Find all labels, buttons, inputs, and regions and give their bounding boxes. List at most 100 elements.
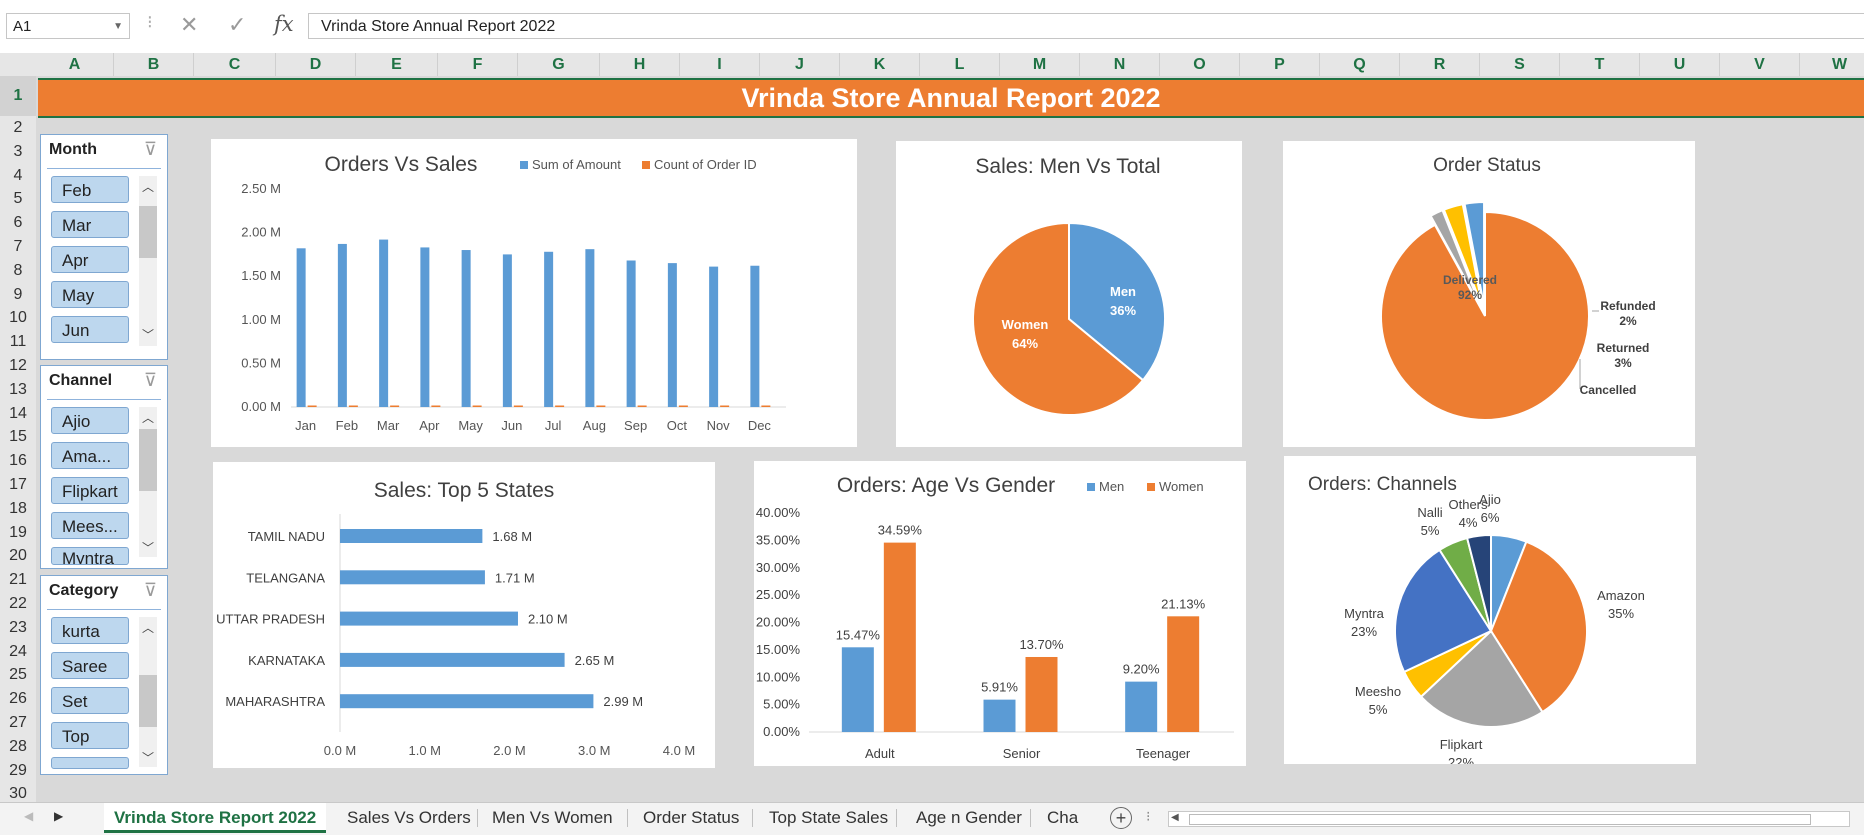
clear-filter-icon[interactable]: ⊽ xyxy=(144,139,157,160)
column-header[interactable]: P xyxy=(1240,53,1320,76)
tab-order-status[interactable]: Order Status xyxy=(643,803,739,833)
more-options-icon[interactable]: ⁝ xyxy=(147,12,153,33)
slicer-item[interactable]: May xyxy=(51,281,129,308)
slicer-item[interactable]: Feb xyxy=(51,176,129,203)
column-header[interactable]: K xyxy=(840,53,920,76)
row-header[interactable]: 21 xyxy=(0,568,36,592)
row-header[interactable]: 16 xyxy=(0,449,36,473)
name-box[interactable]: A1 ▼ xyxy=(6,13,130,39)
more-options-icon[interactable]: ⁝ xyxy=(1146,808,1150,825)
column-header[interactable]: F xyxy=(438,53,518,76)
slicer-item[interactable]: Myntra xyxy=(51,547,129,565)
tab-men-vs-women[interactable]: Men Vs Women xyxy=(492,803,613,833)
category-slicer[interactable]: Category ⊽ kurta Saree Set Top ︿ ﹀ xyxy=(40,575,168,775)
scroll-left-icon[interactable]: ◀ xyxy=(1171,812,1179,823)
scroll-tabs-left-icon[interactable]: ◀ xyxy=(24,809,33,823)
add-sheet-icon[interactable]: + xyxy=(1110,807,1132,829)
column-header[interactable]: N xyxy=(1080,53,1160,76)
row-header[interactable]: 20 xyxy=(0,544,36,568)
tab-sales-vs-orders[interactable]: Sales Vs Orders xyxy=(347,803,471,833)
row-header[interactable]: 13 xyxy=(0,378,36,402)
row-header[interactable]: 15 xyxy=(0,425,36,449)
column-header[interactable]: U xyxy=(1640,53,1720,76)
slicer-item[interactable]: Flipkart xyxy=(51,477,129,504)
slicer-item[interactable]: Jun xyxy=(51,316,129,343)
column-header[interactable]: R xyxy=(1400,53,1480,76)
row-header[interactable]: 2 xyxy=(0,116,36,140)
scrollbar-thumb[interactable] xyxy=(139,429,157,491)
column-header[interactable]: V xyxy=(1720,53,1800,76)
row-header[interactable]: 14 xyxy=(0,402,36,426)
row-header[interactable]: 28 xyxy=(0,735,36,759)
row-header[interactable]: 12 xyxy=(0,354,36,378)
scrollbar-thumb[interactable] xyxy=(1189,814,1811,825)
column-header[interactable]: O xyxy=(1160,53,1240,76)
row-header[interactable]: 27 xyxy=(0,711,36,735)
scroll-down-icon[interactable]: ﹀ xyxy=(139,749,157,766)
tab-channels[interactable]: Cha xyxy=(1047,803,1078,833)
slicer-item[interactable]: Top xyxy=(51,722,129,749)
slicer-scrollbar[interactable]: ︿ ﹀ xyxy=(139,176,157,346)
row-header[interactable]: 9 xyxy=(0,283,36,307)
column-header[interactable]: S xyxy=(1480,53,1560,76)
column-header[interactable]: A xyxy=(36,53,114,76)
scroll-down-icon[interactable]: ﹀ xyxy=(139,326,157,343)
column-header[interactable]: Q xyxy=(1320,53,1400,76)
slicer-scrollbar[interactable]: ︿ ﹀ xyxy=(139,617,157,767)
scroll-down-icon[interactable]: ﹀ xyxy=(139,539,157,556)
formula-input[interactable]: Vrinda Store Annual Report 2022 xyxy=(308,13,1864,39)
channel-slicer[interactable]: Channel ⊽ Ajio Ama... Flipkart Mees... M… xyxy=(40,365,168,569)
column-header[interactable]: C xyxy=(194,53,276,76)
column-header[interactable]: L xyxy=(920,53,1000,76)
chevron-down-icon[interactable]: ▼ xyxy=(113,14,123,40)
top-states-chart[interactable]: Sales: Top 5 States TAMIL NADU 1.68 M TELAN… xyxy=(213,462,715,768)
slicer-item[interactable]: kurta xyxy=(51,617,129,644)
scroll-up-icon[interactable]: ︿ xyxy=(139,619,157,636)
row-header[interactable]: 3 xyxy=(0,140,36,164)
slicer-item[interactable]: Mar xyxy=(51,211,129,238)
slicer-item[interactable]: Saree xyxy=(51,652,129,679)
row-header[interactable]: 17 xyxy=(0,473,36,497)
column-header[interactable]: G xyxy=(518,53,600,76)
slicer-item[interactable]: Ama... xyxy=(51,442,129,469)
tab-top-state-sales[interactable]: Top State Sales xyxy=(769,803,888,833)
row-header[interactable]: 25 xyxy=(0,663,36,687)
scrollbar-thumb[interactable] xyxy=(139,206,157,258)
column-header[interactable]: H xyxy=(600,53,680,76)
cancel-icon[interactable]: ✕ xyxy=(180,12,198,38)
enter-icon[interactable]: ✓ xyxy=(228,12,246,38)
scrollbar-thumb[interactable] xyxy=(139,675,157,727)
column-header[interactable]: E xyxy=(356,53,438,76)
row-header[interactable]: 23 xyxy=(0,616,36,640)
clear-filter-icon[interactable]: ⊽ xyxy=(144,370,157,391)
row-header[interactable]: 10 xyxy=(0,306,36,330)
order-status-chart[interactable]: Order Status Delivered 92% Refunded 2% Return… xyxy=(1283,141,1695,447)
orders-channels-chart[interactable]: Orders: Channels Ajio 6% Amazon 35% Flipkart 2… xyxy=(1284,456,1696,770)
slicer-item[interactable]: Apr xyxy=(51,246,129,273)
row-header[interactable]: 26 xyxy=(0,687,36,711)
row-header[interactable]: 8 xyxy=(0,259,36,283)
row-header[interactable]: 29 xyxy=(0,759,36,783)
age-vs-gender-chart[interactable]: Orders: Age Vs Gender Men Women 0.00% 5.00% 1… xyxy=(754,461,1246,766)
sales-men-vs-total-chart[interactable]: Sales: Men Vs Total Men 36% Women 64% xyxy=(896,141,1242,447)
column-header[interactable]: T xyxy=(1560,53,1640,76)
slicer-item[interactable]: Mees... xyxy=(51,512,129,539)
slicer-scrollbar[interactable]: ︿ ﹀ xyxy=(139,407,157,557)
tab-age-n-gender[interactable]: Age n Gender xyxy=(916,803,1022,833)
orders-vs-sales-chart[interactable]: Orders Vs Sales Sum of Amount Count of Ord… xyxy=(211,139,857,447)
column-header[interactable]: J xyxy=(760,53,840,76)
scroll-tabs-right-icon[interactable]: ▶ xyxy=(54,809,63,823)
row-header[interactable]: 7 xyxy=(0,235,36,259)
row-header[interactable]: 1 xyxy=(0,76,36,116)
tab-vrinda-store-report[interactable]: Vrinda Store Report 2022 xyxy=(104,803,327,833)
row-header[interactable]: 18 xyxy=(0,497,36,521)
column-header[interactable]: W xyxy=(1800,53,1864,76)
row-header[interactable]: 6 xyxy=(0,211,36,235)
column-header[interactable]: I xyxy=(680,53,760,76)
scroll-up-icon[interactable]: ︿ xyxy=(139,178,157,195)
scroll-up-icon[interactable]: ︿ xyxy=(139,409,157,426)
column-header[interactable]: M xyxy=(1000,53,1080,76)
column-header[interactable]: B xyxy=(114,53,194,76)
column-header[interactable]: D xyxy=(276,53,356,76)
row-header[interactable]: 22 xyxy=(0,592,36,616)
